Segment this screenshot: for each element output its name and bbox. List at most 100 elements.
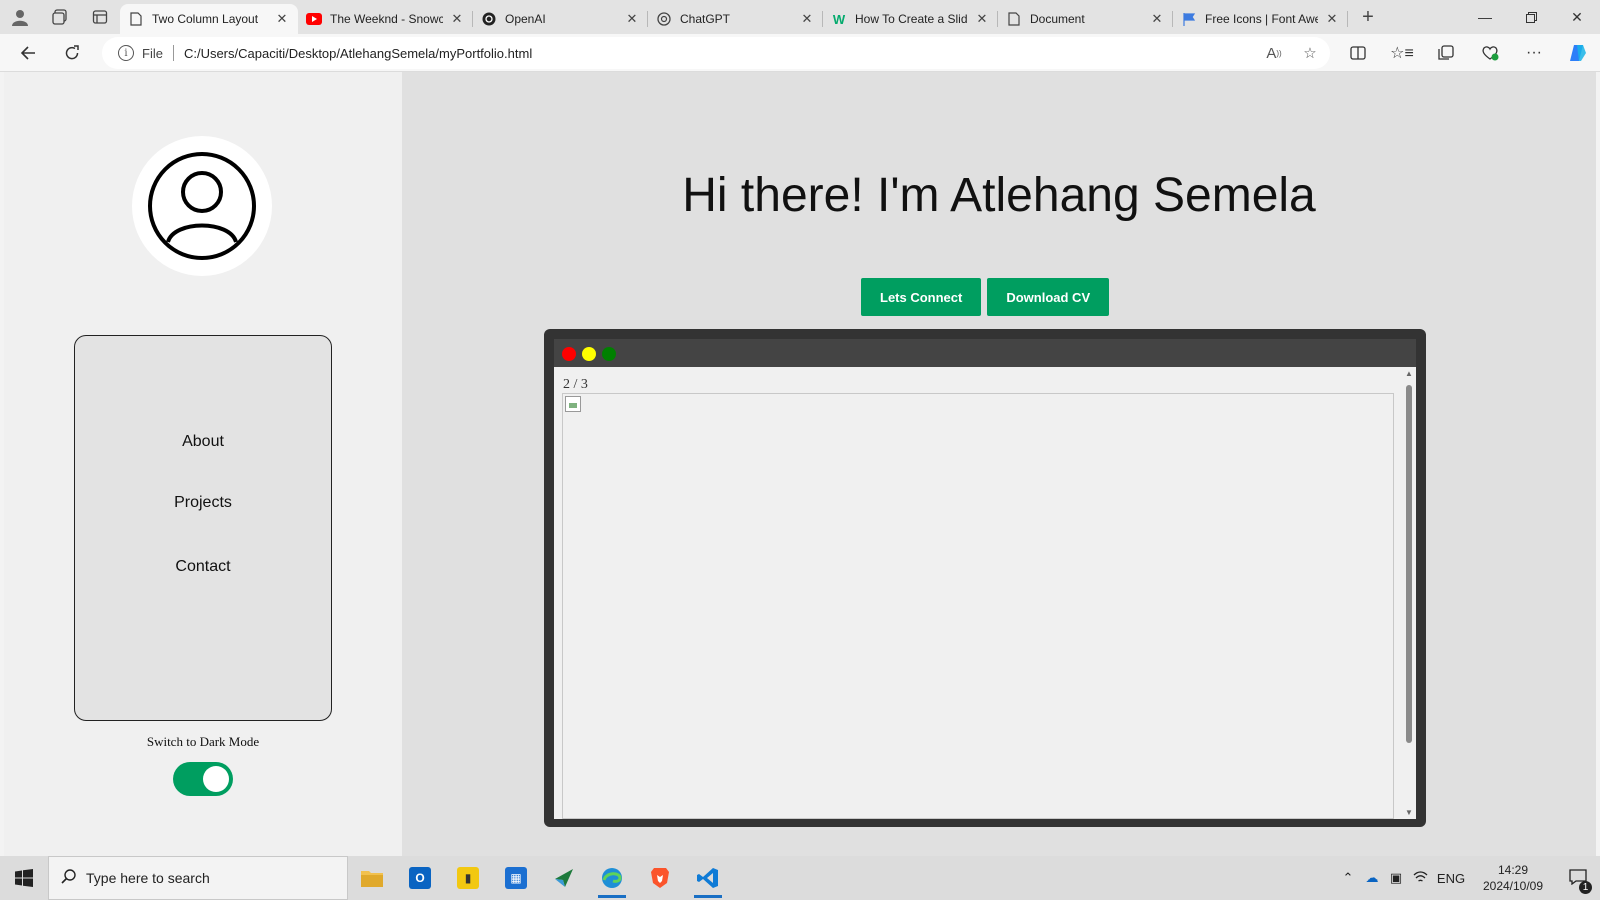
favorite-star-icon[interactable]: ☆ <box>1294 37 1326 69</box>
onedrive-icon[interactable]: ☁ <box>1360 870 1384 886</box>
address-bar[interactable]: i File C:/Users/Capaciti/Desktop/Atlehan… <box>102 37 1330 69</box>
power-bi-icon[interactable]: ▮ <box>444 856 492 900</box>
tab-font-awesome[interactable]: Free Icons | Font Awe ✕ <box>1173 4 1348 34</box>
scroll-up-icon[interactable]: ▲ <box>1402 369 1416 378</box>
tab-label: Free Icons | Font Awe <box>1205 12 1318 26</box>
scrollbar[interactable]: ▲ ▼ <box>1402 367 1416 819</box>
workspaces-icon[interactable] <box>40 0 80 34</box>
security-icon[interactable]: ▣ <box>1384 870 1408 886</box>
minimize-icon[interactable]: — <box>1462 0 1508 34</box>
close-icon[interactable]: ✕ <box>274 11 290 27</box>
close-window-icon[interactable]: ✕ <box>1554 0 1600 34</box>
brave-icon[interactable] <box>636 856 684 900</box>
wifi-icon[interactable] <box>1408 870 1432 886</box>
collections-icon[interactable] <box>1424 34 1468 72</box>
tab-document[interactable]: Document ✕ <box>998 4 1173 34</box>
tab-label: Two Column Layout <box>152 12 259 26</box>
notifications-icon[interactable]: 1 <box>1556 868 1600 894</box>
copilot-icon[interactable] <box>1556 34 1600 72</box>
app-arrow-icon[interactable] <box>540 856 588 900</box>
dark-mode-toggle[interactable] <box>173 762 233 796</box>
chatgpt-icon <box>656 11 672 27</box>
tab-how-to-create-slide[interactable]: W How To Create a Slide ✕ <box>823 4 998 34</box>
taskbar-search[interactable]: Type here to search <box>48 856 348 900</box>
clock-time: 14:29 <box>1497 863 1529 877</box>
minimize-dot <box>582 347 596 361</box>
document-icon <box>1006 11 1022 27</box>
page-title: Hi there! I'm Atlehang Semela <box>682 169 1316 222</box>
tab-openai[interactable]: OpenAI ✕ <box>473 4 648 34</box>
browser-tab-strip: Two Column Layout ✕ The Weeknd - Snowch … <box>0 0 1600 34</box>
maximize-dot <box>602 347 616 361</box>
notification-count: 1 <box>1579 880 1592 894</box>
read-aloud-icon[interactable]: A)) <box>1258 37 1290 69</box>
tab-label: How To Create a Slide <box>855 12 968 26</box>
dark-mode-label: Switch to Dark Mode <box>146 734 260 749</box>
scroll-thumb[interactable] <box>1406 385 1412 743</box>
toggle-knob <box>203 766 229 792</box>
main-content: Hi there! I'm Atlehang Semela Lets Conne… <box>402 72 1596 856</box>
outlook-icon[interactable]: O <box>396 856 444 900</box>
lets-connect-button[interactable]: Lets Connect <box>861 278 982 316</box>
close-icon[interactable]: ✕ <box>449 11 465 27</box>
close-icon[interactable]: ✕ <box>974 11 990 27</box>
tab-label: Document <box>1030 12 1085 26</box>
vscode-icon[interactable] <box>684 856 732 900</box>
slideshow-window: 2 / 3 ▲ ▼ <box>544 329 1426 827</box>
page-content: About Projects Contact Switch to Dark Mo… <box>4 72 1596 856</box>
nav-link-projects[interactable]: Projects <box>75 494 331 512</box>
slide-image-frame <box>562 393 1394 819</box>
url-text[interactable]: C:/Users/Capaciti/Desktop/AtlehangSemela… <box>184 46 532 61</box>
nav-link-about[interactable]: About <box>75 433 331 451</box>
tab-label: OpenAI <box>505 12 546 26</box>
tab-label: The Weeknd - Snowch <box>330 12 443 26</box>
slideshow-viewport: 2 / 3 ▲ ▼ <box>554 367 1416 819</box>
more-options-icon[interactable]: ··· <box>1512 34 1556 72</box>
favorites-icon[interactable]: ☆≡ <box>1380 34 1424 72</box>
tab-the-weeknd[interactable]: The Weeknd - Snowch ✕ <box>298 4 473 34</box>
search-placeholder: Type here to search <box>86 870 210 886</box>
windows-start-icon[interactable] <box>0 856 48 900</box>
close-icon[interactable]: ✕ <box>1149 11 1165 27</box>
tab-actions-icon[interactable] <box>80 0 120 34</box>
avatar <box>132 136 272 276</box>
search-icon <box>61 868 76 888</box>
close-icon[interactable]: ✕ <box>1324 11 1340 27</box>
refresh-icon[interactable] <box>50 34 94 72</box>
chevron-up-icon[interactable]: ⌃ <box>1336 870 1360 886</box>
nav-link-contact[interactable]: Contact <box>75 558 331 576</box>
tab-two-column-layout[interactable]: Two Column Layout ✕ <box>120 4 298 34</box>
windows-taskbar: Type here to search O ▮ ▦ ⌃ ☁ ▣ ENG 14:2… <box>0 856 1600 900</box>
divider <box>172 45 174 61</box>
tab-chatgpt[interactable]: ChatGPT ✕ <box>648 4 823 34</box>
close-dot <box>562 347 576 361</box>
sidebar: About Projects Contact Switch to Dark Mo… <box>4 72 402 856</box>
back-icon[interactable] <box>6 34 50 72</box>
file-explorer-icon[interactable] <box>348 856 396 900</box>
profile-icon[interactable] <box>0 0 40 34</box>
tab-label: ChatGPT <box>680 12 731 26</box>
scroll-down-icon[interactable]: ▼ <box>1402 808 1416 817</box>
document-icon <box>128 11 144 27</box>
split-screen-icon[interactable] <box>1336 34 1380 72</box>
slide-counter: 2 / 3 <box>563 377 588 392</box>
edge-icon[interactable] <box>588 856 636 900</box>
browser-essentials-icon[interactable] <box>1468 34 1512 72</box>
flag-icon <box>1181 11 1197 27</box>
system-tray: ⌃ ☁ ▣ ENG 14:29 2024/10/09 1 <box>1336 856 1600 900</box>
nav-menu: About Projects Contact <box>74 335 332 721</box>
restore-icon[interactable] <box>1508 0 1554 34</box>
close-icon[interactable]: ✕ <box>799 11 815 27</box>
language-indicator[interactable]: ENG <box>1432 871 1470 886</box>
window-titlebar <box>554 339 1416 367</box>
user-profile-icon <box>148 152 256 260</box>
microsoft-store-icon[interactable]: ▦ <box>492 856 540 900</box>
download-cv-button[interactable]: Download CV <box>987 278 1110 316</box>
scheme-label: File <box>142 45 163 61</box>
info-icon[interactable]: i <box>118 45 134 61</box>
browser-toolbar: i File C:/Users/Capaciti/Desktop/Atlehan… <box>0 34 1600 72</box>
close-icon[interactable]: ✕ <box>624 11 640 27</box>
clock[interactable]: 14:29 2024/10/09 <box>1470 862 1556 894</box>
openai-icon <box>481 11 497 27</box>
new-tab-icon[interactable]: + <box>1348 0 1388 34</box>
